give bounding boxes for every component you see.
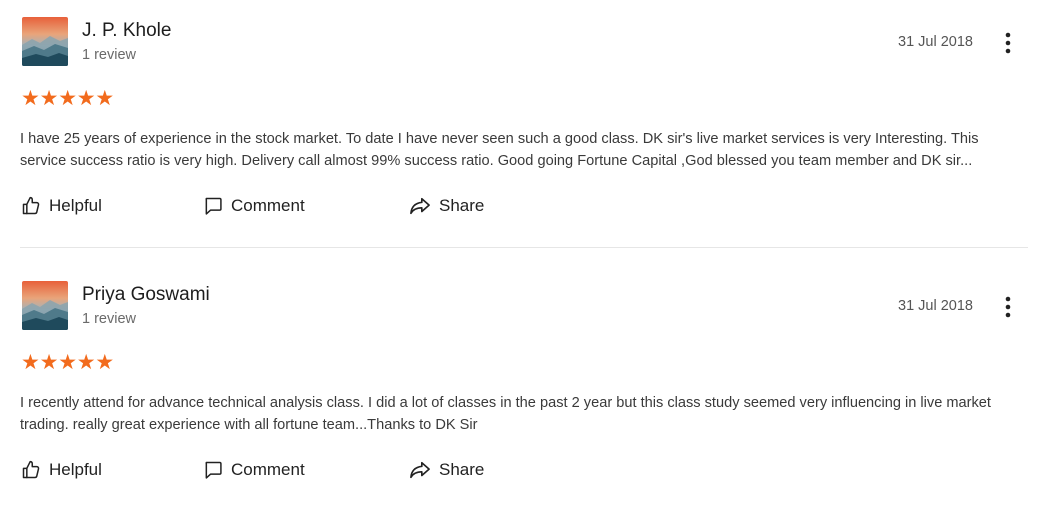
landscape-avatar-icon (22, 17, 68, 66)
divider (20, 247, 1028, 248)
star-icon: ★ (58, 86, 78, 110)
share-button[interactable]: Share (409, 457, 484, 483)
more-options-button[interactable] (998, 295, 1018, 319)
comment-button[interactable]: Comment (203, 457, 305, 483)
star-icon: ★ (58, 350, 78, 374)
review-card: J. P. Khole 1 review 31 Jul 2018 ★ ★ ★ ★… (0, 0, 1044, 250)
thumbs-up-icon (22, 196, 40, 215)
review-date: 31 Jul 2018 (898, 34, 973, 50)
reviewer-name[interactable]: Priya Goswami (82, 284, 210, 306)
avatar[interactable] (22, 17, 68, 66)
star-rating: ★ ★ ★ ★ ★ (21, 350, 115, 374)
share-arrow-icon (410, 461, 430, 479)
star-icon: ★ (76, 86, 96, 110)
share-label: Share (439, 460, 485, 479)
review-text: I have 25 years of experience in the sto… (20, 131, 979, 169)
share-arrow-icon (410, 197, 430, 215)
avatar[interactable] (22, 281, 68, 330)
review-date: 31 Jul 2018 (898, 298, 973, 314)
star-rating: ★ ★ ★ ★ ★ (21, 86, 115, 110)
star-icon: ★ (76, 350, 96, 374)
more-vertical-icon (1005, 296, 1011, 318)
star-icon: ★ (95, 350, 115, 374)
thumbs-up-icon (22, 460, 40, 479)
comment-button[interactable]: Comment (203, 193, 305, 219)
star-icon: ★ (95, 86, 115, 110)
helpful-label: Helpful (49, 460, 102, 479)
star-icon: ★ (39, 86, 59, 110)
review-card: Priya Goswami 1 review 31 Jul 2018 ★ ★ ★… (0, 264, 1044, 514)
reviewer-review-count: 1 review (82, 311, 136, 327)
share-label: Share (439, 196, 485, 215)
comment-label: Comment (231, 460, 305, 479)
more-vertical-icon (1005, 32, 1011, 54)
reviewer-name[interactable]: J. P. Khole (82, 20, 171, 42)
comment-icon (205, 461, 222, 479)
star-icon: ★ (21, 350, 40, 374)
helpful-button[interactable]: Helpful (21, 193, 102, 219)
helpful-label: Helpful (49, 196, 102, 215)
reviewer-review-count: 1 review (82, 47, 136, 63)
comment-icon (205, 197, 222, 215)
landscape-avatar-icon (22, 281, 68, 330)
star-icon: ★ (21, 86, 40, 110)
star-icon: ★ (39, 350, 59, 374)
helpful-button[interactable]: Helpful (21, 457, 102, 483)
share-button[interactable]: Share (409, 193, 484, 219)
review-text: I recently attend for advance technical … (20, 395, 991, 433)
comment-label: Comment (231, 196, 305, 215)
more-options-button[interactable] (998, 31, 1018, 55)
